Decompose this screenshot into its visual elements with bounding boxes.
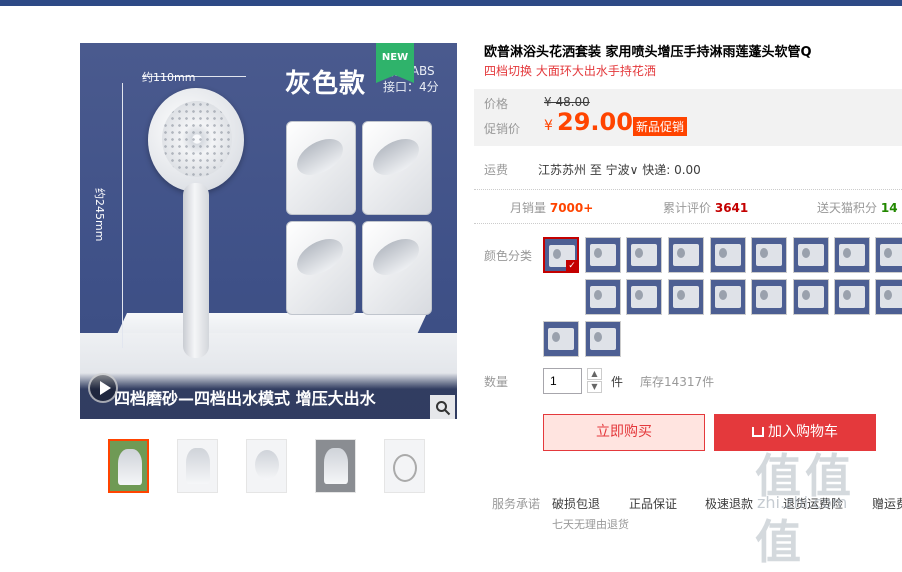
color-swatch[interactable]: ✓ bbox=[543, 237, 579, 273]
color-swatch[interactable] bbox=[585, 237, 621, 273]
color-swatch[interactable] bbox=[626, 279, 662, 315]
color-swatch[interactable] bbox=[875, 237, 902, 273]
price-box bbox=[474, 89, 902, 146]
promo-price: 29.00 bbox=[557, 108, 633, 136]
color-swatch[interactable] bbox=[751, 279, 787, 315]
color-swatch[interactable] bbox=[793, 237, 829, 273]
service-item[interactable]: 极速退款 bbox=[705, 495, 753, 512]
zoom-icon[interactable] bbox=[430, 395, 455, 419]
quantity-unit: 件 bbox=[611, 375, 624, 389]
spray-mode-4 bbox=[362, 221, 432, 315]
thumbnail-strip bbox=[108, 439, 425, 493]
color-swatch[interactable] bbox=[668, 237, 704, 273]
monthly-sales-label: 月销量 bbox=[510, 201, 547, 215]
selected-check-icon: ✓ bbox=[566, 260, 577, 271]
thumbnail-4[interactable] bbox=[315, 439, 356, 493]
width-dimension: 约110mm bbox=[142, 71, 196, 84]
spray-mode-1 bbox=[286, 121, 356, 215]
currency-symbol: ¥ bbox=[544, 118, 553, 134]
original-price-label: 价格 bbox=[484, 97, 509, 111]
promo-price-label: 促销价 bbox=[484, 122, 521, 136]
color-swatch[interactable] bbox=[668, 279, 704, 315]
thumbnail-5[interactable] bbox=[384, 439, 425, 493]
color-swatch[interactable] bbox=[834, 279, 870, 315]
cart-icon bbox=[752, 427, 764, 437]
reviews-label: 累计评价 bbox=[663, 201, 712, 215]
service-label: 服务承诺 bbox=[492, 497, 541, 511]
color-swatch[interactable] bbox=[585, 279, 621, 315]
total-reviews[interactable]: 累计评价 3641 bbox=[663, 199, 748, 216]
spray-mode-grid bbox=[286, 121, 434, 321]
promo-badge: 新品促销 bbox=[633, 117, 688, 136]
spray-mode-2 bbox=[362, 121, 432, 215]
original-price: ¥ 48.00 bbox=[544, 95, 590, 109]
color-swatch[interactable] bbox=[585, 321, 621, 357]
play-icon[interactable] bbox=[88, 373, 118, 403]
cut-off-text: 七天无理由退货 bbox=[552, 518, 629, 531]
height-dimension-line bbox=[122, 83, 123, 348]
shipping-value[interactable]: 江苏苏州 至 宁波∨ 快递: 0.00 bbox=[538, 161, 701, 178]
color-swatch[interactable] bbox=[751, 237, 787, 273]
thumbnail-3[interactable] bbox=[246, 439, 287, 493]
spray-mode-3 bbox=[286, 221, 356, 315]
color-swatch[interactable] bbox=[710, 279, 746, 315]
height-dimension: 约245mm bbox=[93, 188, 106, 242]
color-variant-title: 灰色款 bbox=[285, 69, 367, 99]
shower-handle bbox=[183, 183, 209, 358]
spray-holes bbox=[162, 101, 232, 177]
thumbnail-1[interactable] bbox=[108, 439, 149, 493]
color-swatch[interactable] bbox=[875, 279, 902, 315]
watermark-url: zhi.zhi.com bbox=[757, 493, 848, 512]
service-item[interactable]: 破损包退 bbox=[552, 495, 600, 512]
quantity-decrease-button[interactable]: ▼ bbox=[587, 381, 602, 393]
service-item[interactable]: 正品保证 bbox=[629, 495, 677, 512]
main-product-image[interactable]: 约110mm 约245mm 灰色款 材质 ABS 接口：4分 NEW 四档磨砂—… bbox=[80, 43, 457, 419]
color-swatch[interactable] bbox=[834, 237, 870, 273]
color-options-label: 颜色分类 bbox=[484, 249, 533, 263]
color-swatch[interactable] bbox=[710, 237, 746, 273]
add-to-cart-label: 加入购物车 bbox=[768, 424, 838, 440]
shipping-label: 运费 bbox=[484, 163, 509, 177]
product-subtitle: 四档切换 大面环大出水手持花洒 bbox=[484, 64, 656, 78]
color-swatch[interactable] bbox=[793, 279, 829, 315]
quantity-input[interactable] bbox=[543, 368, 582, 394]
quantity-label: 数量 bbox=[484, 375, 509, 389]
top-nav-bar bbox=[0, 0, 902, 6]
color-swatch[interactable] bbox=[626, 237, 662, 273]
color-swatch[interactable] bbox=[543, 321, 579, 357]
product-title: 欧普淋浴头花洒套装 家用喷头增压手持淋雨莲蓬头软管Q bbox=[484, 45, 812, 60]
tmall-points: 送天猫积分 14 bbox=[817, 199, 898, 216]
quantity-increase-button[interactable]: ▲ bbox=[587, 368, 602, 380]
reviews-value: 3641 bbox=[714, 201, 749, 215]
thumbnail-2[interactable] bbox=[177, 439, 218, 493]
stock-count: 库存14317件 bbox=[640, 375, 715, 389]
points-label: 送天猫积分 bbox=[817, 201, 878, 215]
buy-now-button[interactable]: 立即购买 bbox=[543, 414, 705, 451]
monthly-sales-value: 7000+ bbox=[549, 201, 594, 215]
banner-text: 四档磨砂—四档出水模式 增压大出水 bbox=[114, 389, 376, 408]
points-value: 14 bbox=[880, 201, 898, 215]
monthly-sales: 月销量 7000+ bbox=[510, 199, 593, 216]
